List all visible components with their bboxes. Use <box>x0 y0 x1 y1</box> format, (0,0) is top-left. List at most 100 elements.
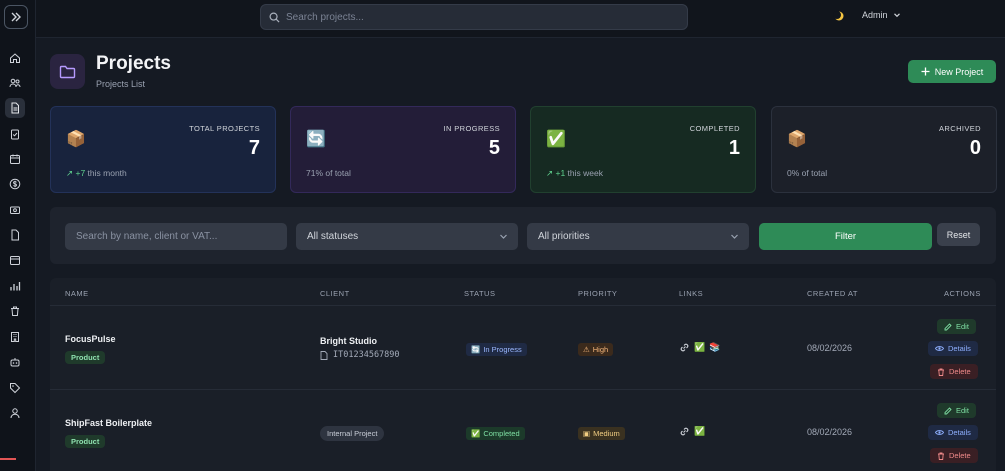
details-button[interactable]: Details <box>928 341 978 356</box>
filter-search-field[interactable] <box>65 223 287 250</box>
trash-icon <box>938 452 944 460</box>
sidebar-item-bot[interactable] <box>5 352 25 372</box>
search-input[interactable] <box>286 11 666 23</box>
table-row: FocusPulse Product Bright Studio IT01234… <box>50 305 996 389</box>
sidebar-item-team[interactable] <box>5 73 25 93</box>
plus-icon <box>921 67 930 76</box>
stat-trend: ↗ +7 <box>66 168 86 178</box>
column-header-links: LINKS <box>679 289 704 298</box>
edit-icon <box>944 322 952 330</box>
package-icon: 📦 <box>787 129 807 148</box>
stat-value: 0 <box>969 137 981 159</box>
edit-button[interactable]: Edit <box>937 403 976 418</box>
filter-bar: All statuses All priorities Filter Reset <box>50 207 996 264</box>
client-badge: Internal Project <box>320 426 385 441</box>
stat-trend: ↗ +1 <box>546 168 566 178</box>
page-subtitle: Projects List <box>96 79 146 89</box>
new-project-button[interactable]: New Project <box>908 60 996 83</box>
sidebar-item-tags[interactable] <box>5 378 25 398</box>
trash-icon <box>11 306 19 316</box>
filter-button[interactable]: Filter <box>759 223 932 250</box>
books-link-icon[interactable]: 📚 <box>709 343 720 353</box>
calendar-icon <box>10 256 20 265</box>
column-header-priority[interactable]: PRIORITY <box>578 289 617 298</box>
dollar-icon <box>9 178 21 190</box>
link-icon[interactable] <box>679 342 690 353</box>
user-menu[interactable]: Admin <box>862 10 901 20</box>
details-button[interactable]: Details <box>928 425 978 440</box>
column-header-actions: ACTIONS <box>944 289 981 298</box>
sidebar-item-projects[interactable] <box>5 98 25 118</box>
edit-button[interactable]: Edit <box>937 319 976 334</box>
sidebar-item-home[interactable] <box>5 48 25 68</box>
status-select[interactable]: All statuses <box>296 223 518 250</box>
stat-sub: ↗ +1 this week <box>546 168 603 178</box>
topbar: Admin <box>36 0 1005 38</box>
project-name[interactable]: ShipFast Boilerplate <box>65 418 152 428</box>
filter-search-input[interactable] <box>76 231 276 242</box>
table-row: ShipFast Boilerplate Product Internal Pr… <box>50 389 996 471</box>
global-search[interactable] <box>260 4 688 30</box>
check-link-icon[interactable]: ✅ <box>694 427 705 437</box>
tag-icon <box>10 383 21 394</box>
status-select-value: All statuses <box>307 231 359 242</box>
project-name[interactable]: FocusPulse <box>65 334 116 344</box>
check-mark-icon: ✅ <box>546 129 566 148</box>
status-badge: 🔄 In Progress <box>466 343 527 356</box>
vat-number: IT01234567890 <box>333 350 400 360</box>
stat-card-completed: ✅ COMPLETED 1 ↗ +1 this week <box>530 106 756 193</box>
trash-icon <box>938 368 944 376</box>
sidebar-item-tasks[interactable] <box>5 124 25 144</box>
sidebar-toggle-button[interactable] <box>4 5 28 29</box>
sidebar-item-calendar[interactable] <box>5 149 25 169</box>
page-title: Projects <box>96 53 171 74</box>
project-type-badge: Product <box>65 435 106 448</box>
package-icon: 📦 <box>66 129 86 148</box>
column-header-name[interactable]: NAME <box>65 289 89 298</box>
edit-icon <box>944 406 952 414</box>
sidebar-item-profile[interactable] <box>5 403 25 423</box>
user-label: Admin <box>862 10 888 20</box>
users-icon <box>9 78 21 88</box>
stat-value: 1 <box>728 137 740 159</box>
project-type-badge: Product <box>65 351 106 364</box>
column-header-created-at[interactable]: CREATED AT <box>807 289 858 298</box>
sidebar-item-companies[interactable] <box>5 327 25 347</box>
delete-button[interactable]: Delete <box>930 364 978 379</box>
sidebar-item-files[interactable] <box>5 225 25 245</box>
reset-button[interactable]: Reset <box>937 223 980 246</box>
sidebar-item-billing[interactable] <box>5 174 25 194</box>
sidebar-item-payments[interactable] <box>5 200 25 220</box>
client-vat: IT01234567890 <box>320 350 400 360</box>
created-date: 08/02/2026 <box>807 427 853 437</box>
check-link-icon[interactable]: ✅ <box>694 343 705 353</box>
theme-toggle-icon[interactable] <box>833 10 845 22</box>
delete-button[interactable]: Delete <box>930 448 978 463</box>
link-icon[interactable] <box>679 426 690 437</box>
clipboard-check-icon <box>11 129 19 140</box>
column-header-status[interactable]: STATUS <box>464 289 495 298</box>
refresh-icon: 🔄 <box>471 345 481 354</box>
sidebar-item-reports[interactable] <box>5 276 25 296</box>
stat-label: COMPLETED <box>689 124 740 133</box>
wallet-icon <box>10 206 20 214</box>
folder-icon <box>59 65 76 78</box>
sidebar-item-trash[interactable] <box>5 301 25 321</box>
sidebar-item-schedule[interactable] <box>5 250 25 270</box>
page-icon <box>50 54 85 89</box>
refresh-icon: 🔄 <box>306 129 326 148</box>
double-chevron-right-icon <box>11 12 21 22</box>
stat-value: 7 <box>248 137 260 159</box>
column-header-client[interactable]: CLIENT <box>320 289 350 298</box>
client-name: Bright Studio <box>320 336 377 346</box>
eye-icon <box>935 346 944 351</box>
stat-card-in-progress: 🔄 IN PROGRESS 5 71% of total <box>290 106 516 193</box>
eye-icon <box>935 430 944 435</box>
check-mark-icon: ✅ <box>471 429 481 438</box>
stat-card-archived: 📦 ARCHIVED 0 0% of total <box>771 106 997 193</box>
stat-sub: ↗ +7 this month <box>66 168 127 178</box>
sidebar <box>0 0 36 471</box>
priority-select[interactable]: All priorities <box>527 223 749 250</box>
links-group: ✅ <box>679 426 705 437</box>
document-icon <box>320 350 328 360</box>
